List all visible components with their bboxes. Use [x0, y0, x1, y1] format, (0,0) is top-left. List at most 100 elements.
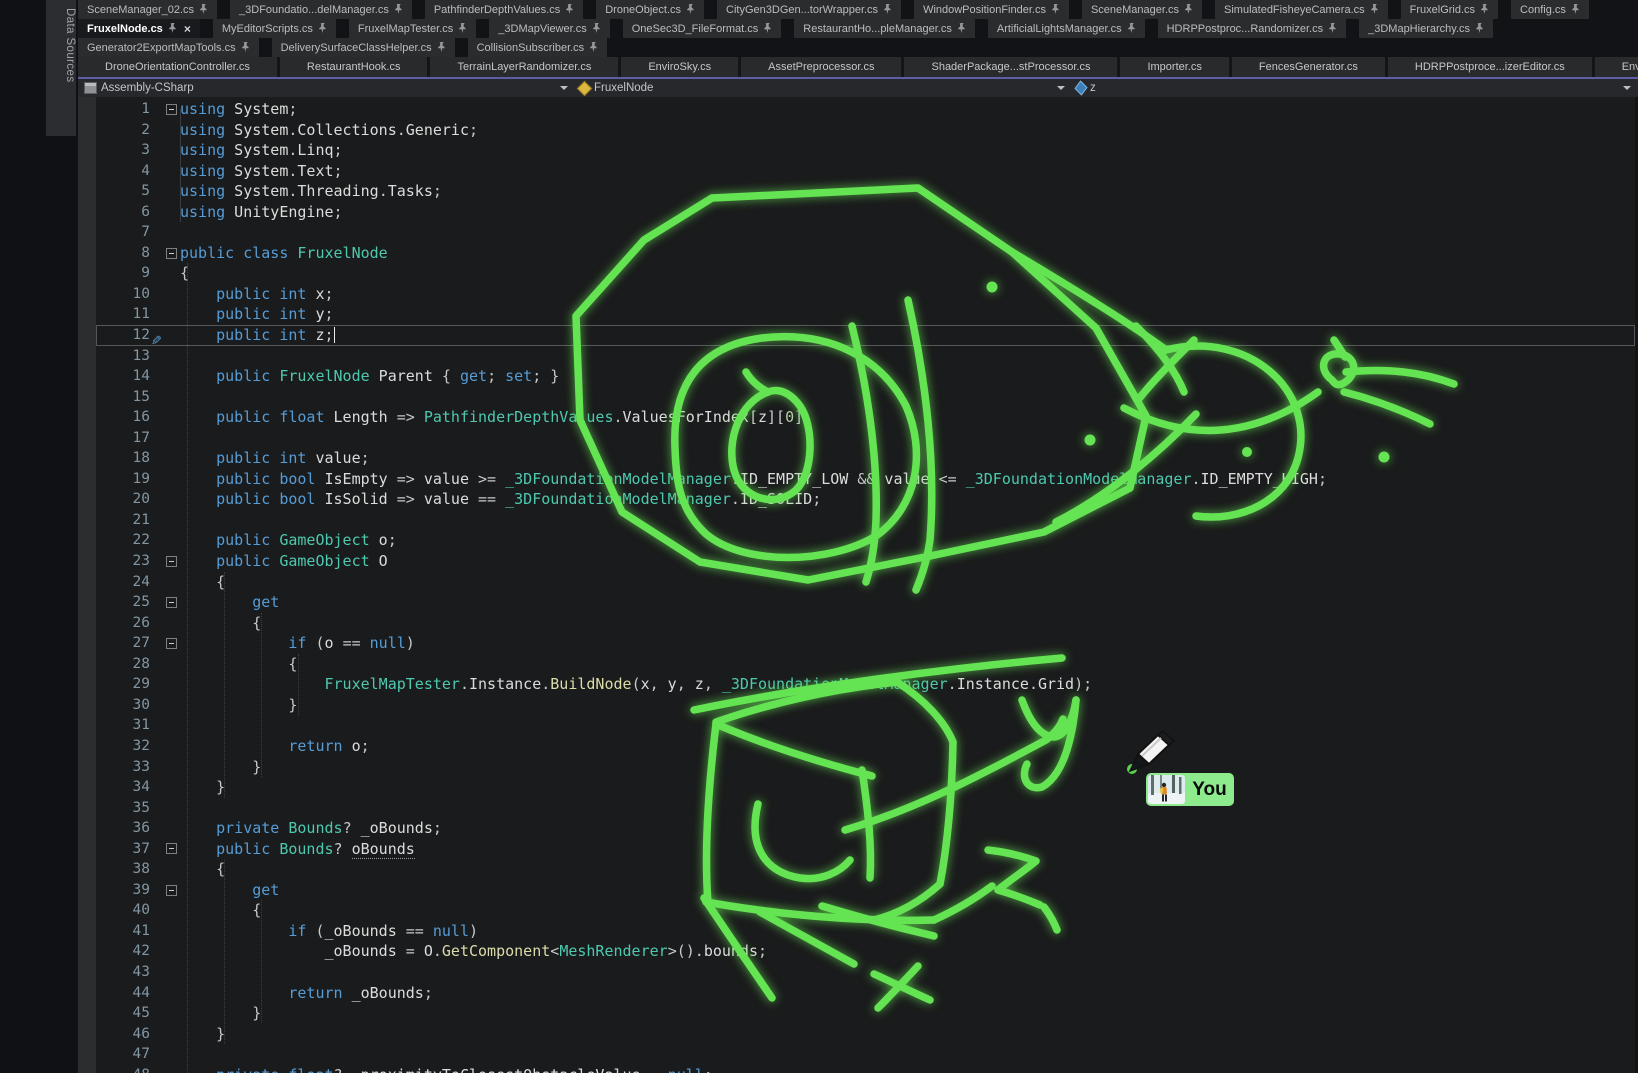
tab-EnviroSkyMgr.cs[interactable]: EnviroSkyMgr.cs	[1595, 57, 1638, 77]
tab-Config.cs[interactable]: Config.cs	[1511, 0, 1589, 19]
tab-CityGen3DGen...torWrapper.cs[interactable]: CityGen3DGen...torWrapper.cs	[717, 0, 901, 19]
code-line-20[interactable]: 20 public bool IsSolid => value == _3DFo…	[96, 489, 1635, 510]
tab-DroneOrientationController.cs[interactable]: DroneOrientationController.cs	[78, 57, 277, 77]
tab-FencesGenerator.cs[interactable]: FencesGenerator.cs	[1232, 57, 1385, 77]
pin-icon[interactable]	[459, 23, 467, 34]
code-line-23[interactable]: 23 public GameObject O	[96, 551, 1635, 572]
tab-PathfinderDepthValues.cs[interactable]: PathfinderDepthValues.cs	[425, 0, 583, 19]
code-line-16[interactable]: 16 public float Length => PathfinderDept…	[96, 407, 1635, 428]
tab-ShaderPackage...stProcessor.cs[interactable]: ShaderPackage...stProcessor.cs	[904, 57, 1117, 77]
pin-icon[interactable]	[1052, 4, 1060, 15]
code-line-30[interactable]: 30 }	[96, 695, 1635, 716]
code-line-4[interactable]: 4using System.Text;	[96, 161, 1635, 182]
pin-icon[interactable]	[884, 4, 892, 15]
close-icon[interactable]: ×	[184, 23, 191, 35]
fold-collapse-icon[interactable]	[166, 597, 177, 608]
code-line-25[interactable]: 25 get	[96, 592, 1635, 613]
chevron-down-icon[interactable]	[1623, 86, 1631, 90]
project-combo[interactable]: Assembly-CSharp	[78, 79, 575, 97]
tab-CollisionSubscriber.cs[interactable]: CollisionSubscriber.cs	[468, 38, 608, 57]
tab-Importer.cs[interactable]: Importer.cs	[1120, 57, 1228, 77]
code-line-1[interactable]: 1using System;	[96, 99, 1635, 120]
tab-RestaurantHo...pleManager.cs[interactable]: RestaurantHo...pleManager.cs	[794, 19, 975, 38]
pin-icon[interactable]	[1572, 4, 1580, 15]
indicator-margin[interactable]	[78, 97, 96, 1073]
code-line-48[interactable]: 48 private float? _proximityToClosestObs…	[96, 1065, 1635, 1073]
tab-Generator2ExportMapTools.cs[interactable]: Generator2ExportMapTools.cs	[78, 38, 259, 57]
tab-WindowPositionFinder.cs[interactable]: WindowPositionFinder.cs	[914, 0, 1069, 19]
code-line-19[interactable]: 19 public bool IsEmpty => value >= _3DFo…	[96, 469, 1635, 490]
pin-icon[interactable]	[1481, 4, 1489, 15]
code-line-2[interactable]: 2using System.Collections.Generic;	[96, 120, 1635, 141]
tab-FruxelMapTester.cs[interactable]: FruxelMapTester.cs	[349, 19, 476, 38]
code-line-17[interactable]: 17	[96, 428, 1635, 449]
pin-icon[interactable]	[200, 4, 208, 15]
tab-_3DFoundatio...delManager.cs[interactable]: _3DFoundatio...delManager.cs	[230, 0, 412, 19]
tab-SimulatedFisheyeCamera.cs[interactable]: SimulatedFisheyeCamera.cs	[1215, 0, 1388, 19]
fold-collapse-icon[interactable]	[166, 885, 177, 896]
pin-icon[interactable]	[438, 42, 446, 53]
tab-HDRPPostproce...izerEditor.cs[interactable]: HDRPPostproce...izerEditor.cs	[1388, 57, 1592, 77]
code-line-29[interactable]: 29 FruxelMapTester.Instance.BuildNode(x,…	[96, 674, 1635, 695]
code-line-14[interactable]: 14 public FruxelNode Parent { get; set; …	[96, 366, 1635, 387]
code-line-43[interactable]: 43	[96, 962, 1635, 983]
code-line-27[interactable]: 27 if (o == null)	[96, 633, 1635, 654]
code-line-5[interactable]: 5using System.Threading.Tasks;	[96, 181, 1635, 202]
code-line-26[interactable]: 26 {	[96, 613, 1635, 634]
tab-ArtificialLightsManager.cs[interactable]: ArtificialLightsManager.cs	[988, 19, 1145, 38]
code-line-38[interactable]: 38 {	[96, 859, 1635, 880]
code-line-47[interactable]: 47	[96, 1044, 1635, 1065]
code-line-8[interactable]: 8public class FruxelNode	[96, 243, 1635, 264]
code-lines[interactable]: 1using System;2using System.Collections.…	[96, 97, 1635, 1073]
member-combo[interactable]: z	[1072, 79, 1638, 97]
pin-icon[interactable]	[1128, 23, 1136, 34]
code-line-11[interactable]: 11 public int y;	[96, 304, 1635, 325]
code-line-39[interactable]: 39 get	[96, 880, 1635, 901]
tab-DeliverySurfaceClassHelper.cs[interactable]: DeliverySurfaceClassHelper.cs	[272, 38, 455, 57]
pin-icon[interactable]	[1476, 23, 1484, 34]
tab-MyEditorScripts.cs[interactable]: MyEditorScripts.cs	[213, 19, 336, 38]
code-line-13[interactable]: 13	[96, 346, 1635, 367]
code-line-28[interactable]: 28 {	[96, 654, 1635, 675]
pin-icon[interactable]	[169, 23, 177, 34]
pin-icon[interactable]	[764, 23, 772, 34]
code-editor[interactable]: 1using System;2using System.Collections.…	[78, 97, 1638, 1073]
fold-collapse-icon[interactable]	[166, 104, 177, 115]
code-line-40[interactable]: 40 {	[96, 900, 1635, 921]
pin-icon[interactable]	[958, 23, 966, 34]
code-line-32[interactable]: 32 return o;	[96, 736, 1635, 757]
code-line-45[interactable]: 45 }	[96, 1003, 1635, 1024]
code-line-6[interactable]: 6using UnityEngine;	[96, 202, 1635, 223]
code-line-3[interactable]: 3using System.Linq;	[96, 140, 1635, 161]
tab-_3DMapHierarchy.cs[interactable]: _3DMapHierarchy.cs	[1359, 19, 1493, 38]
tab-HDRPPostproc...Randomizer.cs[interactable]: HDRPPostproc...Randomizer.cs	[1158, 19, 1347, 38]
tab-EnviroSky.cs[interactable]: EnviroSky.cs	[621, 57, 738, 77]
tab-OneSec3D_FileFormat.cs[interactable]: OneSec3D_FileFormat.cs	[623, 19, 782, 38]
tab-_3DMapViewer.cs[interactable]: _3DMapViewer.cs	[489, 19, 609, 38]
code-line-18[interactable]: 18 public int value;	[96, 448, 1635, 469]
pin-icon[interactable]	[590, 42, 598, 53]
tab-TerrainLayerRandomizer.cs[interactable]: TerrainLayerRandomizer.cs	[430, 57, 618, 77]
code-line-46[interactable]: 46 }	[96, 1024, 1635, 1045]
pin-icon[interactable]	[1329, 23, 1337, 34]
code-line-35[interactable]: 35	[96, 798, 1635, 819]
code-line-7[interactable]: 7	[96, 222, 1635, 243]
pin-icon[interactable]	[242, 42, 250, 53]
code-line-31[interactable]: 31	[96, 715, 1635, 736]
tab-DroneObject.cs[interactable]: DroneObject.cs	[596, 0, 704, 19]
tab-AssetPreprocessor.cs[interactable]: AssetPreprocessor.cs	[741, 57, 901, 77]
code-line-36[interactable]: 36 private Bounds? _oBounds;	[96, 818, 1635, 839]
code-line-9[interactable]: 9{	[96, 263, 1635, 284]
tab-SceneManager_02.cs[interactable]: SceneManager_02.cs	[78, 0, 217, 19]
type-combo[interactable]: FruxelNode	[575, 79, 1072, 97]
code-line-33[interactable]: 33 }	[96, 757, 1635, 778]
fold-collapse-icon[interactable]	[166, 556, 177, 567]
pin-icon[interactable]	[1185, 4, 1193, 15]
pin-icon[interactable]	[593, 23, 601, 34]
pin-icon[interactable]	[687, 4, 695, 15]
code-line-24[interactable]: 24 {	[96, 572, 1635, 593]
code-line-10[interactable]: 10 public int x;	[96, 284, 1635, 305]
tab-FruxelNode.cs[interactable]: FruxelNode.cs×	[78, 19, 200, 38]
pin-icon[interactable]	[319, 23, 327, 34]
pin-icon[interactable]	[395, 4, 403, 15]
